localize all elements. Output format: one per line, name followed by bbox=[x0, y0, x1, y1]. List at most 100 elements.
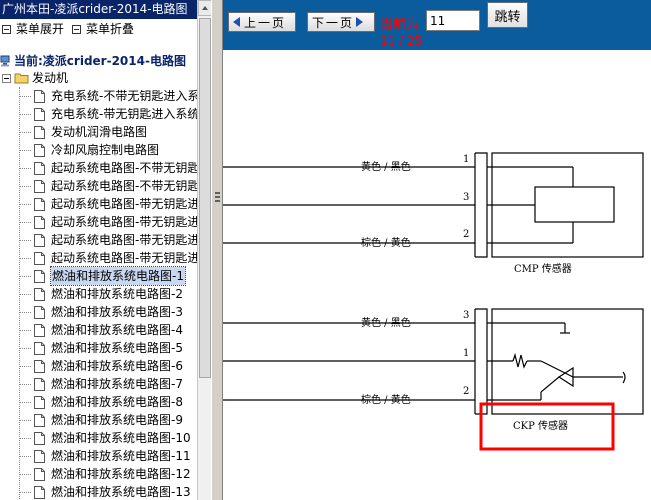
tree-item-label: 燃油和排放系统电路图-7 bbox=[51, 377, 183, 391]
document-icon bbox=[34, 413, 45, 427]
cmp-pin-3: 3 bbox=[463, 192, 469, 203]
tree-item-label: 起动系统电路图-不带无钥匙 bbox=[51, 179, 197, 193]
tree-item[interactable]: 起动系统电路图-带无钥匙进 bbox=[0, 195, 197, 213]
tree-item-label: 起动系统电路图-带无钥匙进 bbox=[51, 197, 197, 211]
cmp-pin-1: 1 bbox=[463, 154, 469, 165]
tree-item-label: 发动机润滑电路图 bbox=[51, 125, 148, 139]
ckp-wire-2-color: 棕色 / 黄色 bbox=[361, 393, 411, 406]
app-window: 广州本田-凌派crider-2014-电路图 菜单展开 菜单折叠 当前:凌派cr… bbox=[0, 0, 651, 500]
next-page-button[interactable]: 下一页 bbox=[307, 12, 375, 32]
tree-item[interactable]: 燃油和排放系统电路图-9 bbox=[0, 411, 197, 429]
current-page-label: 当前为 bbox=[380, 18, 420, 33]
tree-item-label: 起动系统电路图-带无钥匙进 bbox=[51, 215, 197, 229]
tree-item[interactable]: 燃油和排放系统电路图-8 bbox=[0, 393, 197, 411]
tree-item[interactable]: 燃油和排放系统电路图-4 bbox=[0, 321, 197, 339]
document-icon bbox=[34, 431, 45, 445]
cmp-sensor-name: CMP 传感器 bbox=[514, 262, 572, 275]
menu-row: 菜单展开 菜单折叠 bbox=[0, 19, 197, 39]
tree-item-label: 燃油和排放系统电路图-8 bbox=[51, 395, 183, 409]
tree-scrollbar[interactable] bbox=[197, 0, 212, 500]
tree-item[interactable]: 燃油和排放系统电路图-5 bbox=[0, 339, 197, 357]
tree-item-label: 起动系统电路图-带无钥匙进 bbox=[51, 233, 197, 247]
tree-item[interactable]: 充电系统-不带无钥匙进入系 bbox=[0, 87, 197, 105]
tree-folder-label: 发动机 bbox=[32, 71, 69, 85]
window-title: 广州本田-凌派crider-2014-电路图 bbox=[0, 0, 197, 19]
tree-item-label: 燃油和排放系统电路图-4 bbox=[51, 323, 183, 337]
page-indicator: 11 / 25 bbox=[380, 34, 423, 48]
cmp-wire-2-color: 棕色 / 黄色 bbox=[361, 236, 411, 249]
tree-item-label: 燃油和排放系统电路图-13 bbox=[51, 485, 191, 499]
next-page-label: 下一页 bbox=[312, 15, 355, 30]
cmp-sensor-block bbox=[223, 152, 644, 258]
prev-page-button[interactable]: 上一页 bbox=[228, 12, 296, 32]
tree-item[interactable]: 冷却风扇控制电路图 bbox=[0, 141, 197, 159]
page-number-input[interactable] bbox=[426, 10, 480, 31]
document-icon bbox=[34, 143, 45, 157]
cmp-sensor-element bbox=[534, 186, 615, 223]
ckp-pin-1: 1 bbox=[463, 348, 469, 359]
ckp-connector bbox=[475, 308, 488, 415]
go-button[interactable]: 跳转 bbox=[487, 2, 528, 28]
document-icon bbox=[34, 287, 45, 301]
ckp-sensor-box bbox=[491, 308, 644, 415]
document-icon bbox=[34, 341, 45, 355]
scroll-thumb[interactable] bbox=[199, 18, 211, 378]
menu-expand-label: 菜单展开 bbox=[16, 22, 65, 36]
tree-item-label: 燃油和排放系统电路图-10 bbox=[51, 431, 191, 445]
ckp-sensor-block bbox=[223, 308, 644, 415]
tree-item[interactable]: 起动系统电路图-带无钥匙进 bbox=[0, 249, 197, 267]
ckp-pin-3: 3 bbox=[463, 310, 469, 321]
current-location: 当前:凌派crider-2014-电路图 bbox=[0, 53, 197, 69]
tree-item-label: 起动系统电路图-带无钥匙进 bbox=[51, 251, 197, 265]
arrow-right-icon bbox=[356, 17, 364, 27]
tree-item[interactable]: 燃油和排放系统电路图-6 bbox=[0, 357, 197, 375]
tree-item[interactable]: 燃油和排放系统电路图-13 bbox=[0, 483, 197, 500]
cmp-pin-2: 2 bbox=[463, 229, 469, 240]
ckp-wire-3-color: 黄色 / 黑色 bbox=[361, 316, 411, 329]
tree-item[interactable]: 燃油和排放系统电路图-3 bbox=[0, 303, 197, 321]
tree-item-label: 燃油和排放系统电路图-1 bbox=[50, 266, 186, 286]
tree-item[interactable]: 燃油和排放系统电路图-7 bbox=[0, 375, 197, 393]
pane-splitter[interactable] bbox=[211, 0, 223, 500]
scroll-up-icon[interactable] bbox=[198, 0, 212, 16]
tree-item[interactable]: 发动机润滑电路图 bbox=[0, 123, 197, 141]
page-toolbar: 上一页 下一页 当前为 11 / 25 跳转 bbox=[223, 0, 651, 50]
tree-item-label: 燃油和排放系统电路图-9 bbox=[51, 413, 183, 427]
tree-folder-engine[interactable]: 发动机 bbox=[0, 69, 197, 87]
menu-collapse-label: 菜单折叠 bbox=[86, 22, 135, 36]
tree-view: 发动机 充电系统-不带无钥匙进入系 充电系统-带无钥匙进入系统发动机润滑电路图 冷却… bbox=[0, 69, 197, 500]
tree-item[interactable]: 燃油和排放系统电路图-10 bbox=[0, 429, 197, 447]
tree-item[interactable]: 起动系统电路图-不带无钥匙 bbox=[0, 177, 197, 195]
tree-item-label: 燃油和排放系统电路图-11 bbox=[51, 449, 191, 463]
cmp-wire-1-color: 黄色 / 黑色 bbox=[361, 160, 411, 173]
tree-item[interactable]: 起动系统电路图-带无钥匙进 bbox=[0, 213, 197, 231]
document-icon bbox=[34, 215, 45, 229]
document-icon bbox=[34, 377, 45, 391]
left-pane: 广州本田-凌派crider-2014-电路图 菜单展开 菜单折叠 当前:凌派cr… bbox=[0, 0, 197, 500]
tree-item-label: 燃油和排放系统电路图-6 bbox=[51, 359, 183, 373]
computer-icon bbox=[0, 55, 10, 67]
circuit-diagram: 黄色 / 黑色 1 3 棕色 / 黄色 2 CMP 传感器 黄色 / 黑色 3 … bbox=[223, 152, 644, 451]
document-icon bbox=[34, 107, 45, 121]
tree-item[interactable]: 充电系统-带无钥匙进入系统 bbox=[0, 105, 197, 123]
tree-item-label: 冷却风扇控制电路图 bbox=[51, 143, 160, 157]
tree-item[interactable]: 起动系统电路图-不带无钥匙 bbox=[0, 159, 197, 177]
menu-collapse-button[interactable]: 菜单折叠 bbox=[72, 19, 134, 39]
folder-icon bbox=[14, 73, 29, 84]
square-minus-icon bbox=[72, 24, 82, 34]
tree-item[interactable]: 燃油和排放系统电路图-12 bbox=[0, 465, 197, 483]
document-icon bbox=[34, 251, 45, 265]
collapse-toggle-icon[interactable] bbox=[2, 73, 11, 83]
tree-item[interactable]: 燃油和排放系统电路图-2 bbox=[0, 285, 197, 303]
tree-item-label: 起动系统电路图-不带无钥匙 bbox=[51, 161, 197, 175]
document-icon bbox=[34, 485, 45, 499]
document-icon bbox=[34, 197, 45, 211]
document-icon bbox=[34, 125, 45, 139]
tree-item-label: 燃油和排放系统电路图-2 bbox=[51, 287, 183, 301]
ckp-pin-2: 2 bbox=[463, 386, 469, 397]
document-icon bbox=[34, 323, 45, 337]
tree-item[interactable]: 燃油和排放系统电路图-1 bbox=[0, 266, 197, 286]
tree-item[interactable]: 燃油和排放系统电路图-11 bbox=[0, 447, 197, 465]
menu-expand-button[interactable]: 菜单展开 bbox=[2, 19, 64, 39]
tree-item[interactable]: 起动系统电路图-带无钥匙进 bbox=[0, 231, 197, 249]
